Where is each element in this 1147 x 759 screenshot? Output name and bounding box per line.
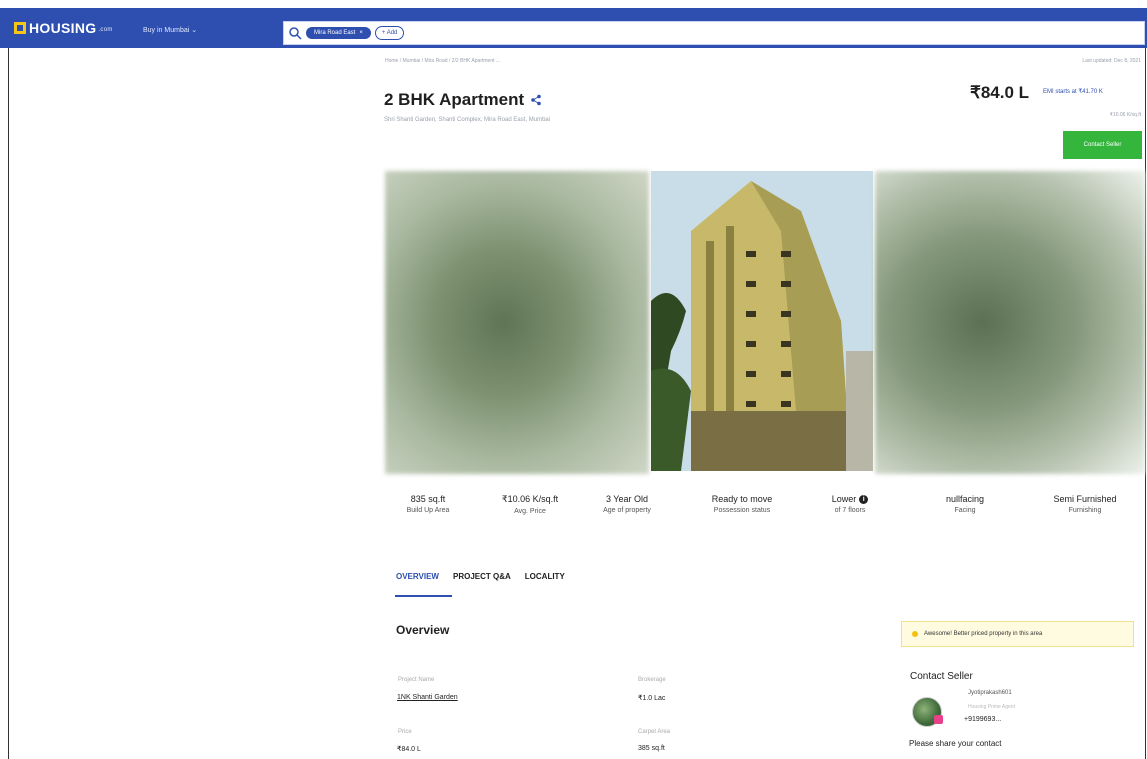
stat-avg-price: ₹10.06 K/sq.ft Avg. Price	[485, 494, 575, 516]
seller-phone[interactable]: +9199693...	[964, 716, 1001, 723]
stat-age: 3 Year Old Age of property	[597, 494, 657, 515]
agent-badge-icon	[934, 715, 943, 724]
stat-label: Avg. Price	[514, 508, 546, 515]
stat-label: Facing	[954, 507, 976, 514]
gallery-photo-building[interactable]	[651, 171, 873, 471]
page-title: 2 BHK Apartment	[384, 90, 542, 110]
share-icon[interactable]	[530, 94, 542, 106]
stat-value: Semi Furnished	[1053, 494, 1117, 504]
page-title-text: 2 BHK Apartment	[384, 90, 525, 109]
stat-label: Possession status	[713, 507, 771, 514]
stat-floor: Lower i of 7 floors	[820, 494, 880, 515]
contact-seller-heading: Contact Seller	[910, 671, 973, 682]
search-icon	[289, 27, 302, 40]
tab-overview[interactable]: OVERVIEW	[396, 572, 439, 581]
field-value-brokerage: ₹1.0 Lac	[638, 695, 666, 702]
stat-facing: nullfacing Facing	[930, 494, 1000, 515]
field-label-brokerage: Brokerage	[638, 677, 666, 683]
location-chip[interactable]: Mira Road East ×	[306, 27, 371, 39]
seller-name: Jyotiprakash601	[968, 690, 1012, 696]
stat-value: Lower	[831, 494, 857, 504]
overview-heading: Overview	[396, 623, 450, 637]
location-chip-label: Mira Road East	[314, 30, 356, 36]
stat-floor-value-row: Lower i	[820, 494, 880, 505]
contact-seller-button[interactable]: Contact Seller	[1063, 131, 1142, 159]
stat-label: Build Up Area	[406, 507, 450, 514]
tab-locality[interactable]: LOCALITY	[525, 572, 565, 581]
city-select-label: Buy in Mumbai	[143, 27, 190, 34]
stat-value: ₹10.06 K/sq.ft	[501, 494, 559, 504]
property-stats: 835 sq.ft Build Up Area ₹10.06 K/sq.ft A…	[385, 494, 1145, 544]
close-icon[interactable]: ×	[359, 30, 363, 36]
section-tabs: OVERVIEW PROJECT Q&A LOCALITY	[396, 572, 565, 581]
stat-build-up-area: 835 sq.ft Build Up Area	[393, 494, 463, 515]
price-per-sqft: ₹10.06 K/sq.ft	[1109, 112, 1141, 118]
top-navigation-bar: HOUSING .com Buy in Mumbai ⌄ Mira Road E…	[0, 0, 1147, 62]
field-label-project-name: Project Name	[398, 677, 435, 683]
field-label-carpet-area: Carpet Area	[638, 729, 671, 735]
search-bar[interactable]: Mira Road East × + Add	[283, 21, 1145, 45]
promo-text: Awesome! Better priced property in this …	[924, 631, 1043, 637]
last-updated-text: Last updated: Dec 8, 2021	[1082, 58, 1141, 64]
tab-project-qa[interactable]: PROJECT Q&A	[453, 572, 511, 581]
stat-value: Ready to move	[711, 494, 773, 504]
stat-value: 835 sq.ft	[410, 494, 446, 504]
emi-link[interactable]: EMI starts at ₹41.70 K	[1043, 88, 1103, 95]
photo-gallery[interactable]	[385, 171, 1145, 474]
logo-icon	[14, 22, 26, 34]
logo-text: HOUSING	[29, 20, 97, 36]
field-label-price: Price	[398, 729, 412, 735]
project-name-link[interactable]: 1NK Shanti Garden	[397, 694, 458, 701]
better-price-banner: Awesome! Better priced property in this …	[901, 621, 1134, 647]
property-price: ₹84.0 L	[970, 83, 1030, 102]
info-icon[interactable]: i	[859, 495, 869, 505]
stat-label: Furnishing	[1068, 507, 1102, 514]
star-icon	[912, 631, 918, 637]
field-value-price: ₹84.0 L	[397, 746, 421, 753]
stat-value: 3 Year Old	[605, 494, 649, 504]
left-divider	[8, 48, 9, 759]
gallery-photo-right[interactable]	[875, 171, 1145, 474]
city-select-dropdown[interactable]: Buy in Mumbai ⌄	[143, 26, 197, 34]
stat-label: Age of property	[603, 507, 651, 514]
property-address: Shri Shanti Garden, Shanti Complex, Mira…	[384, 117, 551, 123]
field-value-carpet-area: 385 sq.ft	[638, 745, 665, 752]
breadcrumb[interactable]: Home / Mumbai / Mira Road / 2/2 BHK Apar…	[385, 58, 500, 64]
logo-suffix: .com	[98, 27, 113, 33]
building-photo-illustration	[651, 171, 873, 471]
add-location-button[interactable]: + Add	[374, 26, 405, 40]
stat-possession: Ready to move Possession status	[707, 494, 777, 515]
housing-logo[interactable]: HOUSING .com	[14, 20, 113, 36]
chevron-down-icon: ⌄	[191, 27, 198, 34]
active-tab-indicator	[395, 595, 452, 597]
gallery-photo-left[interactable]	[385, 171, 649, 474]
stat-value: nullfacing	[945, 494, 985, 504]
stat-furnishing: Semi Furnished Furnishing	[1040, 494, 1130, 515]
seller-role: Housing Prime Agent	[968, 704, 1015, 710]
stat-label: of 7 floors	[834, 507, 866, 515]
right-divider	[1145, 48, 1146, 759]
share-contact-prompt: Please share your contact	[909, 739, 1002, 748]
